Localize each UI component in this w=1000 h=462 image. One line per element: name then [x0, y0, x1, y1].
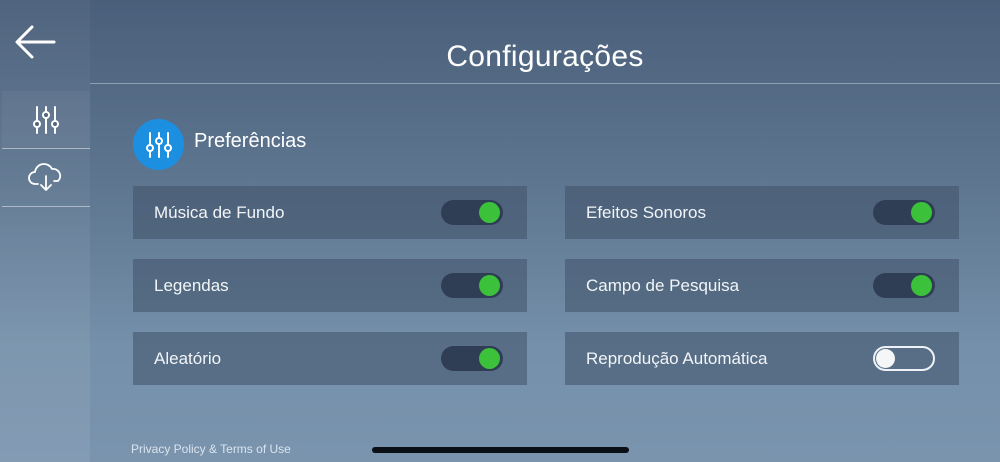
section-title: Preferências [194, 130, 307, 152]
cloud-download-icon [28, 163, 62, 191]
setting-subtitles: Legendas [133, 259, 527, 312]
setting-sound-effects: Efeitos Sonoros [565, 186, 959, 239]
privacy-terms-link[interactable]: Privacy Policy & Terms of Use [131, 442, 291, 456]
sidebar-item-cloud[interactable] [2, 148, 90, 206]
setting-label: Campo de Pesquisa [586, 275, 740, 295]
arrow-left-icon [15, 25, 56, 59]
header-divider [90, 83, 1000, 84]
back-button[interactable] [12, 22, 58, 62]
sliders-icon [145, 131, 172, 158]
sliders-icon [33, 106, 59, 134]
home-indicator[interactable] [372, 447, 629, 453]
sidebar-item-preferences[interactable] [2, 91, 90, 149]
background-music-toggle[interactable] [441, 200, 503, 225]
sound-effects-toggle[interactable] [873, 200, 935, 225]
setting-search-field: Campo de Pesquisa [565, 259, 959, 312]
subtitles-toggle[interactable] [441, 273, 503, 298]
autoplay-toggle[interactable] [873, 346, 935, 371]
setting-background-music: Música de Fundo [133, 186, 527, 239]
setting-autoplay: Reprodução Automática [565, 332, 959, 385]
setting-shuffle: Aleatório [133, 332, 527, 385]
setting-label: Legendas [154, 275, 229, 295]
setting-label: Aleatório [154, 348, 222, 368]
page-title: Configurações [446, 40, 644, 73]
sidebar [0, 0, 90, 462]
setting-label: Reprodução Automática [586, 348, 768, 368]
setting-label: Música de Fundo [154, 202, 285, 222]
preferences-icon-badge [133, 119, 184, 170]
search-field-toggle[interactable] [873, 273, 935, 298]
setting-label: Efeitos Sonoros [586, 202, 707, 222]
shuffle-toggle[interactable] [441, 346, 503, 371]
